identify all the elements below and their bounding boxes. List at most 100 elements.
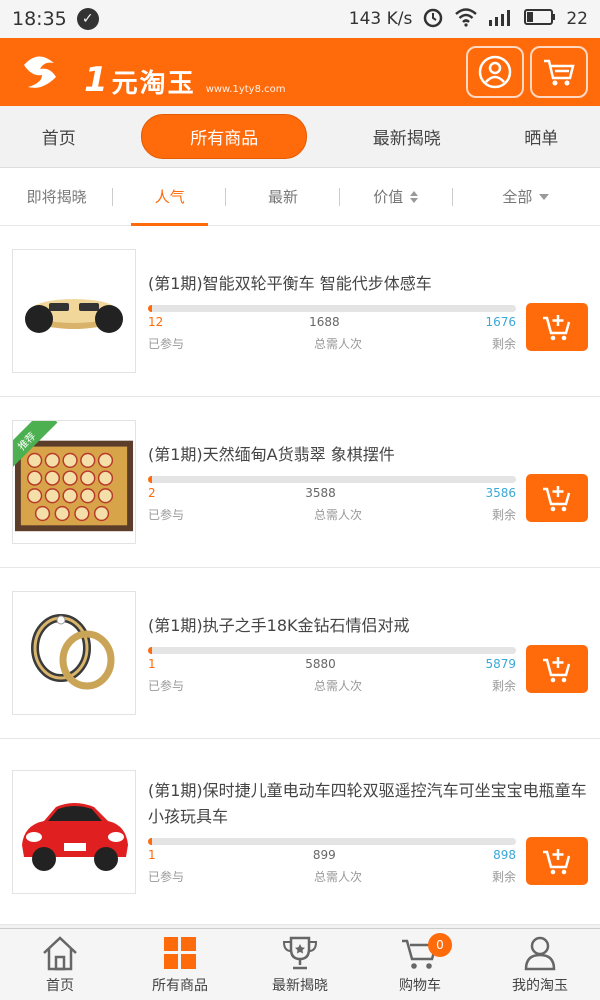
- total-label: 总需人次: [313, 870, 362, 884]
- add-cart-icon: [543, 486, 571, 512]
- filter-newest[interactable]: 最新: [226, 168, 340, 225]
- cart-button[interactable]: [530, 46, 588, 98]
- product-image[interactable]: [12, 591, 136, 715]
- logo-text: 元淘玉: [111, 69, 196, 99]
- filter-upcoming[interactable]: 即将揭晓: [0, 168, 114, 225]
- filter-popularity[interactable]: 人气: [113, 168, 227, 226]
- bottom-nav-label: 首页: [46, 977, 74, 994]
- product-item[interactable]: (第1期)保时捷儿童电动车四轮双驱遥控汽车可坐宝宝电瓶童车小孩玩具车 1 899…: [0, 739, 600, 925]
- app-header: 1 元淘玉 www.1yty8.com: [0, 38, 600, 106]
- product-title[interactable]: (第1期)天然缅甸A货翡翠 象棋摆件: [148, 442, 588, 468]
- product-item[interactable]: (第1期)执子之手18K金钻石情侣对戒 1 5880 5879 已参与 总需人次…: [0, 568, 600, 739]
- total-label: 总需人次: [313, 507, 362, 522]
- joined-count: 1: [148, 656, 156, 671]
- product-title[interactable]: (第1期)执子之手18K金钻石情侣对戒: [148, 613, 588, 639]
- remaining-count: 1676: [485, 314, 516, 329]
- joined-label: 已参与: [148, 870, 185, 884]
- bottom-nav-home[interactable]: 首页: [0, 929, 120, 1000]
- add-to-cart-button[interactable]: [526, 474, 588, 522]
- tab-home[interactable]: 首页: [24, 116, 94, 157]
- progress-bar: [148, 475, 516, 483]
- network-speed: 143 K/s: [348, 9, 413, 29]
- status-bar: 18:35 ✓ 143 K/s 22: [0, 0, 600, 38]
- bottom-nav-profile[interactable]: 我的淘玉: [480, 929, 600, 1000]
- battery-level: 22: [566, 9, 588, 29]
- progress-bar: [148, 646, 516, 654]
- rings-image: [31, 614, 115, 690]
- add-cart-icon: [543, 657, 571, 683]
- filter-label: 价值: [373, 188, 404, 206]
- product-item[interactable]: (第1期)智能双轮平衡车 智能代步体感车 12 1688 1676 已参与 总需…: [0, 226, 600, 397]
- bottom-nav-cart[interactable]: 0 购物车: [360, 929, 480, 1000]
- product-list: (第1期)智能双轮平衡车 智能代步体感车 12 1688 1676 已参与 总需…: [0, 226, 600, 925]
- joined-label: 已参与: [148, 678, 185, 693]
- joined-count: 12: [148, 314, 164, 329]
- filter-label: 人气: [154, 188, 185, 206]
- filter-value[interactable]: 价值: [340, 168, 454, 225]
- hoverboard-image: [25, 299, 123, 333]
- joined-count: 2: [148, 485, 156, 500]
- sort-filter-bar: 即将揭晓 人气 最新 价值 全部: [0, 168, 600, 226]
- wifi-icon: [454, 7, 478, 32]
- bottom-nav-label: 购物车: [399, 977, 441, 994]
- clock: 18:35: [12, 8, 67, 30]
- bottom-nav-latest[interactable]: 最新揭晓: [240, 929, 360, 1000]
- logo-mark: 1: [84, 60, 108, 100]
- check-icon: ✓: [76, 8, 99, 30]
- total-label: 总需人次: [313, 678, 362, 693]
- app-logo[interactable]: 1 元淘玉 www.1yty8.com: [20, 47, 286, 97]
- remaining-label: 剩余: [491, 870, 516, 884]
- total-count: 3588: [305, 485, 336, 500]
- product-item[interactable]: 推荐 (第1期)天然缅甸A货翡翠 象棋摆件 2 3588 3586 已参与 总需…: [0, 397, 600, 568]
- product-image[interactable]: [12, 769, 136, 894]
- remaining-count: 5879: [485, 656, 516, 671]
- grid-icon: [164, 936, 196, 969]
- joined-label: 已参与: [148, 507, 185, 522]
- joined-label: 已参与: [148, 336, 185, 351]
- bottom-nav-label: 我的淘玉: [512, 977, 568, 994]
- alarm-icon: [422, 6, 444, 33]
- tab-show-orders[interactable]: 晒单: [506, 116, 576, 157]
- main-nav-tabs: 首页 所有商品 最新揭晓 晒单: [0, 106, 600, 168]
- total-label: 总需人次: [313, 336, 362, 351]
- remaining-label: 剩余: [491, 678, 516, 693]
- chevron-down-icon: [539, 193, 550, 200]
- tab-latest-reveal[interactable]: 最新揭晓: [355, 116, 459, 157]
- add-to-cart-button[interactable]: [526, 303, 588, 351]
- remaining-label: 剩余: [491, 507, 516, 522]
- progress-bar: [148, 838, 516, 845]
- total-count: 899: [312, 848, 336, 862]
- filter-all[interactable]: 全部: [453, 168, 600, 225]
- product-title[interactable]: (第1期)智能双轮平衡车 智能代步体感车: [148, 271, 588, 297]
- total-count: 1688: [309, 314, 340, 329]
- cart-count-badge: 0: [428, 933, 452, 957]
- battery-icon: [524, 8, 556, 31]
- signal-icon: [488, 8, 514, 31]
- logo-url: www.1yty8.com: [205, 84, 286, 95]
- add-to-cart-button[interactable]: [526, 836, 588, 885]
- bottom-nav-label: 最新揭晓: [272, 977, 328, 994]
- toy-car-image: [22, 802, 128, 871]
- product-title[interactable]: (第1期)保时捷儿童电动车四轮双驱遥控汽车可坐宝宝电瓶童车小孩玩具车: [148, 778, 588, 830]
- product-image[interactable]: 推荐: [12, 420, 136, 544]
- add-cart-icon: [543, 315, 571, 341]
- remaining-count: 898: [493, 848, 516, 862]
- filter-label: 全部: [502, 188, 533, 206]
- user-icon: [478, 55, 512, 89]
- cart-icon: [544, 59, 575, 86]
- product-image[interactable]: [12, 249, 136, 373]
- filter-label: 即将揭晓: [26, 188, 87, 206]
- remaining-label: 剩余: [491, 336, 516, 351]
- add-to-cart-button[interactable]: [526, 645, 588, 693]
- bottom-nav-all-products[interactable]: 所有商品: [120, 929, 240, 1000]
- add-cart-icon: [543, 848, 571, 874]
- progress-bar: [148, 304, 516, 312]
- filter-label: 最新: [268, 188, 299, 206]
- total-count: 5880: [305, 656, 336, 671]
- tab-all-products[interactable]: 所有商品: [141, 114, 308, 159]
- home-icon: [43, 935, 77, 970]
- bottom-nav: 首页 所有商品 最新揭晓 0 购物车 我的淘玉: [0, 928, 600, 1000]
- user-button[interactable]: [466, 46, 524, 98]
- trophy-icon: [282, 936, 318, 969]
- remaining-count: 3586: [485, 485, 516, 500]
